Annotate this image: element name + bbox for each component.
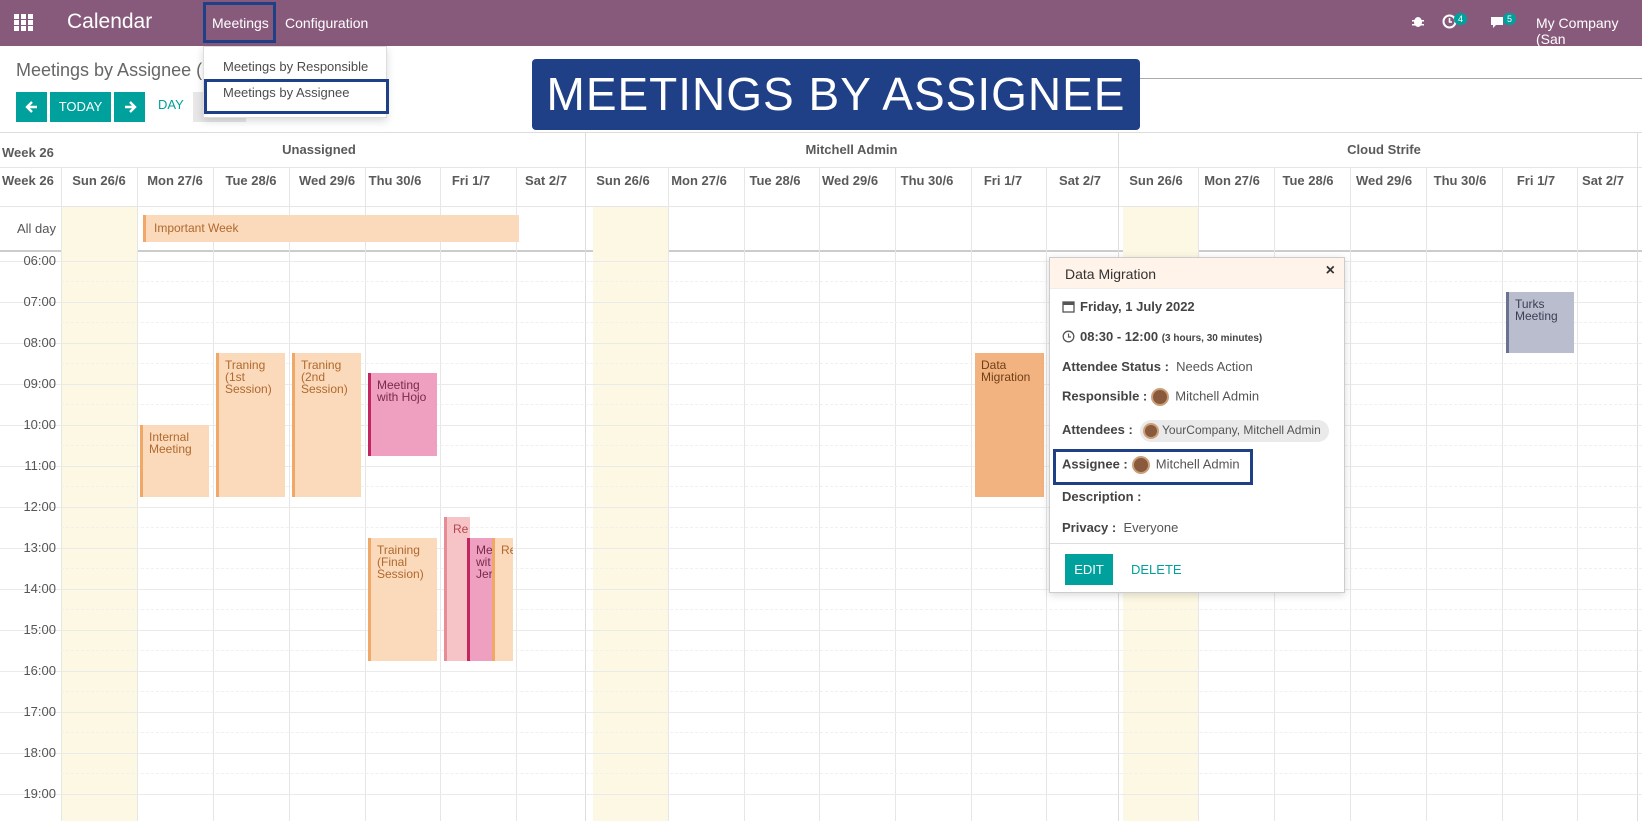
- group-header-mitchell-admin: Mitchell Admin: [805, 142, 898, 157]
- day-header[interactable]: Thu 30/6: [1422, 173, 1498, 188]
- event-meeting-with-hojo[interactable]: Meeting with Hojo: [368, 373, 437, 456]
- attendee-status-row: Attendee Status : Needs Action: [1062, 359, 1253, 374]
- attendee-tag: YourCompany, Mitchell Admin: [1140, 420, 1329, 442]
- hour-label: 16:00: [23, 663, 56, 678]
- delete-button[interactable]: DELETE: [1131, 562, 1182, 577]
- avatar: [1143, 423, 1160, 439]
- day-header[interactable]: Fri 1/7: [1498, 173, 1574, 188]
- attendees-row: Attendees : YourCompany, Mitchell Admin: [1062, 420, 1329, 442]
- day-header[interactable]: Sat 2/7: [508, 173, 584, 188]
- day-header[interactable]: Thu 30/6: [889, 173, 965, 188]
- privacy-row: Privacy : Everyone: [1062, 520, 1179, 535]
- group-header-cloud-strife: Cloud Strife: [1347, 142, 1421, 157]
- day-header[interactable]: Mon 27/6: [1194, 173, 1270, 188]
- hour-label: 13:00: [23, 540, 56, 555]
- bug-icon[interactable]: [1411, 14, 1425, 32]
- day-header[interactable]: Sun 26/6: [585, 173, 661, 188]
- day-header[interactable]: Sat 2/7: [1042, 173, 1118, 188]
- close-icon[interactable]: ×: [1326, 262, 1335, 280]
- day-header[interactable]: Thu 30/6: [357, 173, 433, 188]
- event-important-week[interactable]: Important Week: [143, 215, 519, 242]
- today-button[interactable]: TODAY: [50, 92, 111, 122]
- popover-time: 08:30 - 12:00 (3 hours, 30 minutes): [1062, 329, 1262, 346]
- day-header[interactable]: Mon 27/6: [137, 173, 213, 188]
- hour-label: 19:00: [23, 786, 56, 801]
- apps-menu-icon[interactable]: [14, 14, 34, 32]
- popover-header: Data Migration ×: [1050, 258, 1344, 289]
- menu-meetings[interactable]: Meetings: [212, 15, 269, 31]
- avatar: [1151, 388, 1170, 406]
- edit-button[interactable]: EDIT: [1065, 554, 1113, 585]
- hour-label: 17:00: [23, 704, 56, 719]
- all-day-label: All day: [17, 221, 57, 236]
- event-training-1st-session[interactable]: Traning (1st Session): [216, 353, 285, 497]
- day-view-button[interactable]: DAY: [158, 97, 184, 112]
- day-header[interactable]: Fri 1/7: [433, 173, 509, 188]
- event-popover: Data Migration × Friday, 1 July 2022 08:…: [1049, 257, 1345, 593]
- annotation-banner: MEETINGS BY ASSIGNEE: [532, 59, 1140, 130]
- event-turks-meeting[interactable]: Turks Meeting: [1506, 292, 1574, 353]
- search-bar[interactable]: [1140, 78, 1642, 79]
- hour-label: 06:00: [23, 253, 56, 268]
- responsible-row: Responsible : Mitchell Admin: [1062, 388, 1259, 406]
- day-header[interactable]: Fri 1/7: [965, 173, 1041, 188]
- event-data-migration[interactable]: Data Migration: [975, 353, 1044, 497]
- hour-label: 07:00: [23, 294, 56, 309]
- day-header[interactable]: Sat 2/7: [1565, 173, 1641, 188]
- assignee-menu-highlight: [204, 79, 389, 114]
- day-header[interactable]: Wed 29/6: [289, 173, 365, 188]
- popover-title: Data Migration: [1065, 266, 1157, 282]
- menu-configuration[interactable]: Configuration: [285, 15, 368, 31]
- hour-label: 11:00: [24, 458, 56, 473]
- day-header[interactable]: Tue 28/6: [213, 173, 289, 188]
- app-brand[interactable]: Calendar: [67, 10, 152, 34]
- day-header[interactable]: Wed 29/6: [1346, 173, 1422, 188]
- week-number-label: Week 26: [2, 145, 54, 160]
- week-number-label: Week 26: [2, 173, 54, 188]
- day-header[interactable]: Sun 26/6: [1118, 173, 1194, 188]
- hour-label: 08:00: [23, 335, 56, 350]
- hour-label: 15:00: [23, 622, 56, 637]
- description-row: Description :: [1062, 489, 1142, 504]
- company-switcher[interactable]: My Company (San: [1536, 15, 1642, 47]
- clock-icon: [1062, 330, 1075, 346]
- activity-count-badge: 4: [1454, 13, 1468, 25]
- day-header[interactable]: Wed 29/6: [812, 173, 888, 188]
- prev-button[interactable]: [16, 92, 47, 122]
- assignee-highlight: [1053, 449, 1253, 485]
- day-header[interactable]: Tue 28/6: [737, 173, 813, 188]
- group-header-unassigned: Unassigned: [282, 142, 356, 157]
- calendar-icon: [1062, 300, 1075, 316]
- hour-label: 09:00: [23, 376, 56, 391]
- event-internal-meeting[interactable]: Internal Meeting: [140, 425, 209, 497]
- event-training-2nd-session[interactable]: Traning (2nd Session): [292, 353, 361, 497]
- hour-label: 18:00: [23, 745, 56, 760]
- event-meeting-with-jen[interactable]: Me wit Jer: [467, 538, 493, 661]
- hour-label: 14:00: [23, 581, 56, 596]
- event-training-final-session[interactable]: Training (Final Session): [368, 538, 437, 661]
- messages-count-badge: 5: [1503, 13, 1517, 25]
- day-header[interactable]: Tue 28/6: [1270, 173, 1346, 188]
- menu-item-meetings-by-responsible[interactable]: Meetings by Responsible: [223, 59, 368, 74]
- hour-label: 10:00: [23, 417, 56, 432]
- day-header[interactable]: Sun 26/6: [61, 173, 137, 188]
- top-navbar: Calendar Meetings Configuration 4 5 My C…: [0, 0, 1642, 47]
- page-title: Meetings by Assignee (: [16, 60, 203, 80]
- event-re-2[interactable]: Re: [492, 538, 513, 661]
- hour-label: 12:00: [23, 499, 56, 514]
- next-button[interactable]: [114, 92, 145, 122]
- popover-date: Friday, 1 July 2022: [1062, 299, 1195, 316]
- day-header[interactable]: Mon 27/6: [661, 173, 737, 188]
